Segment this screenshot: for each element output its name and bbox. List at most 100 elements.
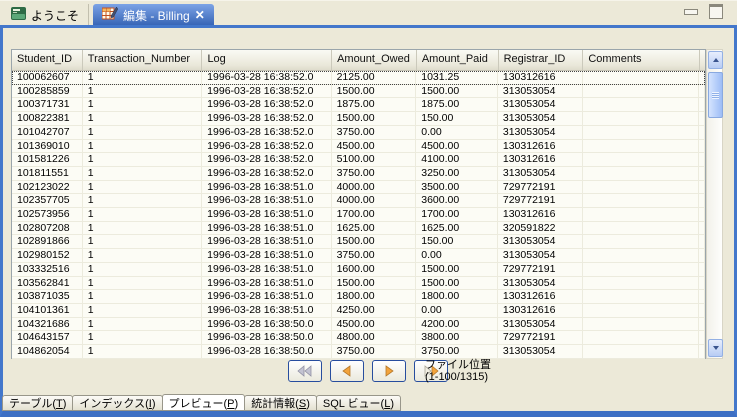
- table-cell[interactable]: 1: [83, 222, 202, 235]
- table-cell[interactable]: 729772191: [498, 181, 583, 194]
- table-cell[interactable]: [583, 126, 699, 139]
- table-cell[interactable]: 1625.00: [416, 222, 498, 235]
- table-cell[interactable]: 100062607: [12, 71, 83, 84]
- table-cell[interactable]: 313053054: [498, 85, 583, 98]
- table-cell[interactable]: 313053054: [498, 277, 583, 290]
- table-row[interactable]: 10464315711996-03-28 16:38:50.04800.0038…: [12, 331, 705, 345]
- table-cell[interactable]: 1996-03-28 16:38:52.0: [202, 71, 331, 84]
- table-cell[interactable]: 102807208: [12, 222, 83, 235]
- table-cell[interactable]: 1: [83, 345, 202, 358]
- table-cell[interactable]: 313053054: [498, 318, 583, 331]
- table-cell[interactable]: 1996-03-28 16:38:51.0: [202, 222, 331, 235]
- table-cell[interactable]: 102357705: [12, 194, 83, 207]
- table-row[interactable]: 10028585911996-03-28 16:38:52.01500.0015…: [12, 85, 705, 99]
- table-cell[interactable]: 1500.00: [416, 263, 498, 276]
- table-cell[interactable]: 1500.00: [332, 277, 417, 290]
- table-cell[interactable]: 101811551: [12, 167, 83, 180]
- table-cell[interactable]: 1996-03-28 16:38:51.0: [202, 208, 331, 221]
- table-cell[interactable]: 130312616: [498, 71, 583, 84]
- table-cell[interactable]: [583, 71, 699, 84]
- table-cell[interactable]: 4500.00: [332, 140, 417, 153]
- tab-preview[interactable]: プレビュー(P): [162, 394, 246, 411]
- table-cell[interactable]: 1996-03-28 16:38:52.0: [202, 140, 331, 153]
- scrollbar-thumb[interactable]: [708, 72, 723, 118]
- table-cell[interactable]: 104321686: [12, 318, 83, 331]
- table-cell[interactable]: 3750.00: [332, 249, 417, 262]
- table-cell[interactable]: 3500.00: [416, 181, 498, 194]
- table-cell[interactable]: 103871035: [12, 290, 83, 303]
- table-cell[interactable]: [583, 167, 699, 180]
- table-cell[interactable]: [583, 85, 699, 98]
- table-cell[interactable]: [583, 345, 699, 358]
- table-row[interactable]: 10289186611996-03-28 16:38:51.01500.0015…: [12, 235, 705, 249]
- table-cell[interactable]: 1996-03-28 16:38:51.0: [202, 181, 331, 194]
- first-page-button[interactable]: [288, 360, 322, 382]
- table-cell[interactable]: 104101361: [12, 304, 83, 317]
- table-cell[interactable]: 1875.00: [332, 98, 417, 111]
- previous-page-button[interactable]: [330, 360, 364, 382]
- table-row[interactable]: 10486205411996-03-28 16:38:50.03750.0037…: [12, 345, 705, 359]
- table-row[interactable]: 10181155111996-03-28 16:38:52.03750.0032…: [12, 167, 705, 181]
- table-cell[interactable]: 130312616: [498, 140, 583, 153]
- table-cell[interactable]: 1500.00: [332, 85, 417, 98]
- table-cell[interactable]: 150.00: [416, 235, 498, 248]
- table-cell[interactable]: 1: [83, 194, 202, 207]
- table-row[interactable]: 10280720811996-03-28 16:38:51.01625.0016…: [12, 222, 705, 236]
- table-cell[interactable]: 313053054: [498, 167, 583, 180]
- table-cell[interactable]: [583, 277, 699, 290]
- table-cell[interactable]: 313053054: [498, 98, 583, 111]
- table-cell[interactable]: 320591822: [498, 222, 583, 235]
- table-cell[interactable]: 1996-03-28 16:38:50.0: [202, 345, 331, 358]
- table-cell[interactable]: 100822381: [12, 112, 83, 125]
- table-cell[interactable]: 3750.00: [332, 126, 417, 139]
- maximize-icon[interactable]: [709, 4, 723, 19]
- table-cell[interactable]: 1: [83, 290, 202, 303]
- tab-sql-view[interactable]: SQL ビュー(L): [316, 395, 401, 411]
- table-cell[interactable]: 1996-03-28 16:38:51.0: [202, 290, 331, 303]
- table-cell[interactable]: 101369010: [12, 140, 83, 153]
- column-header[interactable]: Transaction_Number: [83, 50, 203, 70]
- table-cell[interactable]: 1: [83, 167, 202, 180]
- table-cell[interactable]: 102573956: [12, 208, 83, 221]
- table-cell[interactable]: 1: [83, 318, 202, 331]
- table-cell[interactable]: 3750.00: [332, 345, 417, 358]
- table-row[interactable]: 10235770511996-03-28 16:38:51.04000.0036…: [12, 194, 705, 208]
- table-cell[interactable]: 1996-03-28 16:38:52.0: [202, 85, 331, 98]
- editor-tab-welcome[interactable]: ようこそ: [2, 4, 89, 26]
- table-cell[interactable]: 1875.00: [416, 98, 498, 111]
- table-cell[interactable]: 1: [83, 304, 202, 317]
- table-cell[interactable]: 1: [83, 208, 202, 221]
- table-cell[interactable]: 1996-03-28 16:38:50.0: [202, 331, 331, 344]
- table-cell[interactable]: 0.00: [416, 249, 498, 262]
- table-cell[interactable]: 4000.00: [332, 181, 417, 194]
- table-cell[interactable]: 101042707: [12, 126, 83, 139]
- table-row[interactable]: 10257395611996-03-28 16:38:51.01700.0017…: [12, 208, 705, 222]
- table-row[interactable]: 10082238111996-03-28 16:38:52.01500.0015…: [12, 112, 705, 126]
- table-cell[interactable]: 1: [83, 181, 202, 194]
- table-cell[interactable]: [583, 290, 699, 303]
- table-cell[interactable]: 4500.00: [416, 140, 498, 153]
- table-cell[interactable]: 1996-03-28 16:38:50.0: [202, 318, 331, 331]
- table-cell[interactable]: 1: [83, 71, 202, 84]
- column-header[interactable]: Amount_Owed: [332, 50, 417, 70]
- table-cell[interactable]: 102891866: [12, 235, 83, 248]
- scroll-up-button[interactable]: [708, 51, 723, 69]
- table-cell[interactable]: 1996-03-28 16:38:52.0: [202, 126, 331, 139]
- table-cell[interactable]: 1500.00: [332, 235, 417, 248]
- table-cell[interactable]: 1996-03-28 16:38:52.0: [202, 98, 331, 111]
- table-row[interactable]: 10136901011996-03-28 16:38:52.04500.0045…: [12, 140, 705, 154]
- table-row[interactable]: 10037173111996-03-28 16:38:52.01875.0018…: [12, 98, 705, 112]
- table-cell[interactable]: 1700.00: [416, 208, 498, 221]
- table-cell[interactable]: 1: [83, 85, 202, 98]
- table-cell[interactable]: 3750.00: [416, 345, 498, 358]
- table-cell[interactable]: 3750.00: [332, 167, 417, 180]
- table-row[interactable]: 10104270711996-03-28 16:38:52.03750.000.…: [12, 126, 705, 140]
- table-cell[interactable]: [583, 140, 699, 153]
- table-cell[interactable]: 1500.00: [416, 277, 498, 290]
- table-cell[interactable]: 313053054: [498, 112, 583, 125]
- table-cell[interactable]: 103562841: [12, 277, 83, 290]
- table-cell[interactable]: 1: [83, 98, 202, 111]
- table-cell[interactable]: 1996-03-28 16:38:51.0: [202, 249, 331, 262]
- table-cell[interactable]: 313053054: [498, 126, 583, 139]
- table-cell[interactable]: 1: [83, 249, 202, 262]
